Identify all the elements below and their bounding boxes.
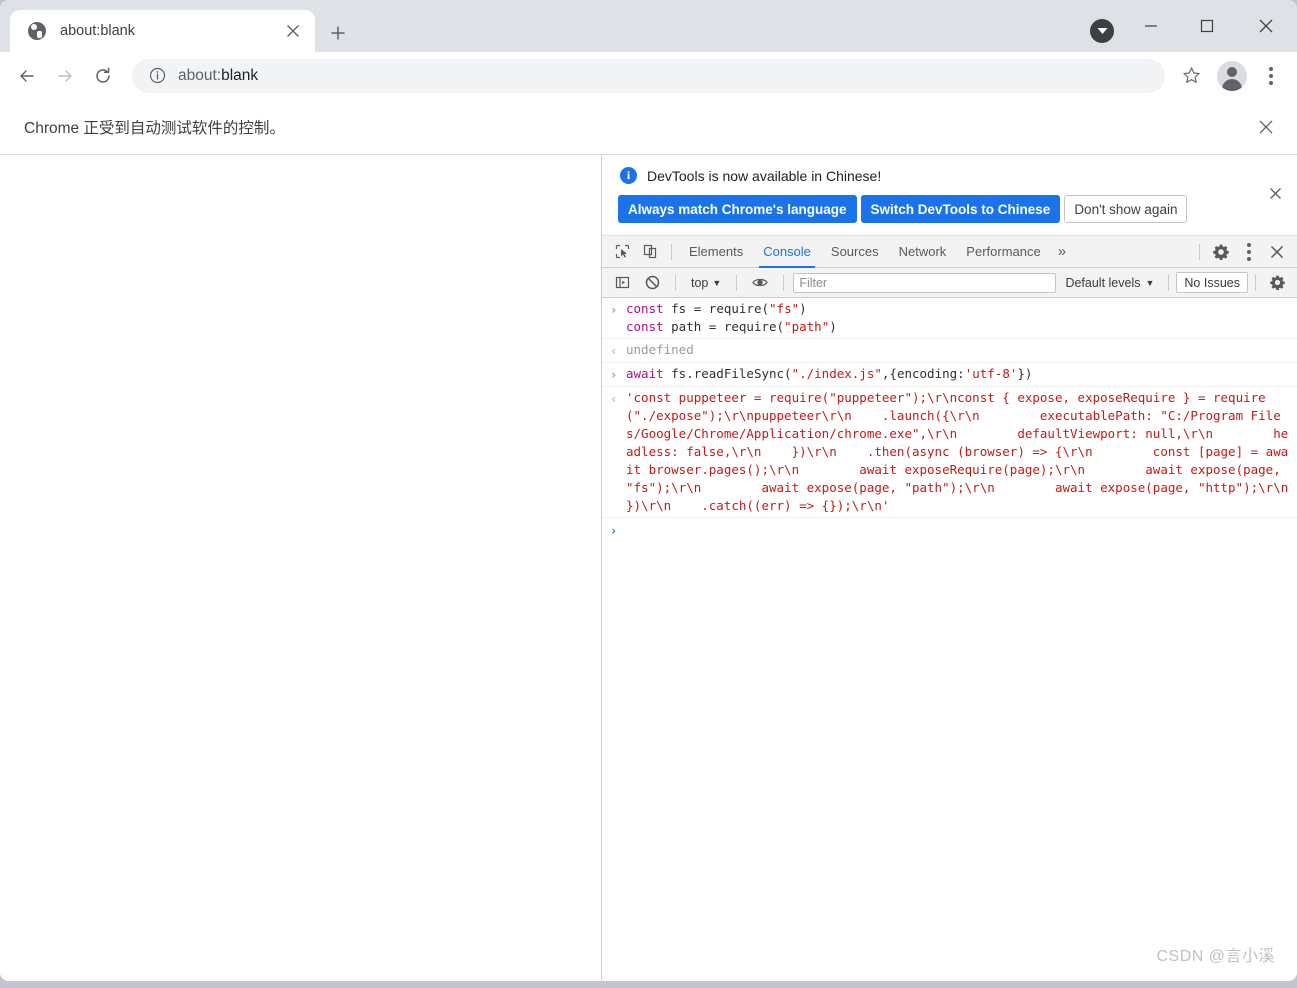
toolbar-divider bbox=[1255, 274, 1256, 291]
devtools-settings-gear-icon[interactable] bbox=[1207, 239, 1235, 265]
chevron-down-icon: ▼ bbox=[712, 277, 722, 288]
bookmark-star-icon[interactable] bbox=[1171, 56, 1211, 96]
toolbar-divider bbox=[675, 274, 676, 291]
notification-buttons: Always match Chrome's language Switch De… bbox=[616, 195, 1285, 223]
window-close-button[interactable] bbox=[1235, 0, 1297, 52]
window-maximize-button[interactable] bbox=[1179, 0, 1235, 52]
console-row-text: const fs = require("fs") const path = re… bbox=[626, 301, 837, 334]
devtools-tabbar-right bbox=[1192, 239, 1297, 265]
console-output-row: ‹ 'const puppeteer = require("puppeteer")… bbox=[602, 387, 1297, 518]
console-row-text: await fs.readFileSync("./index.js",{enco… bbox=[626, 366, 1033, 381]
log-levels-selector[interactable]: Default levels ▼ bbox=[1058, 276, 1161, 290]
log-levels-label: Default levels bbox=[1065, 275, 1141, 290]
clear-console-icon[interactable] bbox=[638, 270, 666, 296]
toolbar-divider bbox=[783, 274, 785, 291]
devtools-panel: i DevTools is now available in Chinese! … bbox=[601, 155, 1297, 981]
automation-infobar-message: Chrome 正受到自动测试软件的控制。 bbox=[24, 120, 285, 137]
inspect-element-icon[interactable] bbox=[608, 239, 636, 265]
devtools-language-notification: i DevTools is now available in Chinese! … bbox=[602, 155, 1297, 236]
issues-button[interactable]: No Issues bbox=[1176, 272, 1248, 293]
console-row-text: undefined bbox=[626, 342, 694, 357]
console-toolbar: top ▼ Default levels ▼ bbox=[602, 268, 1297, 298]
toolbar-divider bbox=[736, 274, 738, 291]
tab-strip: about:blank bbox=[0, 0, 1297, 52]
console-row-text: 'const puppeteer = require("puppeteer");… bbox=[626, 390, 1289, 513]
console-output-row: ‹ undefined bbox=[602, 339, 1297, 363]
tab-title: about:blank bbox=[60, 23, 135, 39]
tab-close-icon[interactable] bbox=[281, 19, 305, 43]
chevron-down-icon: ▼ bbox=[1145, 277, 1155, 288]
toolbar-divider bbox=[1199, 243, 1200, 260]
download-caret-icon[interactable] bbox=[1090, 19, 1114, 43]
tab-sources[interactable]: Sources bbox=[821, 236, 889, 268]
tab-console[interactable]: Console bbox=[753, 236, 821, 268]
desktop-background: about:blank about:blank Chrome 正受到自动测试软件… bbox=[0, 0, 1297, 988]
reload-button[interactable] bbox=[84, 57, 122, 95]
address-bar[interactable]: about:blank bbox=[132, 58, 1165, 93]
input-chevron-icon: › bbox=[610, 368, 618, 382]
web-page-viewport bbox=[0, 155, 601, 981]
globe-icon bbox=[28, 22, 46, 40]
info-circle-icon[interactable] bbox=[146, 65, 168, 87]
window-minimize-button[interactable] bbox=[1123, 0, 1179, 52]
execution-context-value: top bbox=[691, 275, 709, 290]
toolbar-divider bbox=[1168, 274, 1170, 291]
switch-to-chinese-button[interactable]: Switch DevTools to Chinese bbox=[860, 195, 1061, 223]
new-tab-button[interactable] bbox=[323, 18, 353, 48]
notification-message-row: i DevTools is now available in Chinese! bbox=[616, 167, 1285, 184]
chrome-menu-button[interactable] bbox=[1253, 57, 1289, 95]
browser-tab-about-blank[interactable]: about:blank bbox=[10, 10, 315, 52]
console-prompt-row[interactable]: › bbox=[602, 518, 1297, 542]
automation-infobar: Chrome 正受到自动测试软件的控制。 bbox=[0, 100, 1297, 155]
console-filter-input[interactable] bbox=[793, 272, 1057, 293]
output-chevron-icon: ‹ bbox=[610, 344, 618, 358]
tab-performance[interactable]: Performance bbox=[956, 236, 1050, 268]
content-area: i DevTools is now available in Chinese! … bbox=[0, 155, 1297, 981]
info-icon: i bbox=[620, 167, 637, 184]
notification-close-icon[interactable] bbox=[1265, 183, 1285, 203]
csdn-watermark: CSDN @言小溪 bbox=[1156, 948, 1275, 965]
url-rest: blank bbox=[221, 66, 259, 84]
profile-avatar[interactable] bbox=[1217, 60, 1247, 91]
back-button[interactable] bbox=[8, 57, 46, 95]
browser-toolbar: about:blank bbox=[0, 52, 1297, 100]
execution-context-selector[interactable]: top ▼ bbox=[685, 272, 727, 294]
console-input-row: › await fs.readFileSync("./index.js",{enc… bbox=[602, 363, 1297, 387]
console-sidebar-icon[interactable] bbox=[608, 270, 636, 296]
prompt-chevron-icon: › bbox=[610, 524, 618, 538]
toolbar-divider bbox=[671, 243, 672, 260]
forward-button[interactable] bbox=[46, 57, 84, 95]
console-settings-gear-icon[interactable] bbox=[1263, 270, 1291, 296]
three-dot-menu-icon bbox=[1269, 66, 1273, 85]
devtools-tab-bar: Elements Console Sources Network Perform… bbox=[602, 236, 1297, 268]
notification-message: DevTools is now available in Chinese! bbox=[647, 167, 882, 184]
console-input-row: › const fs = require("fs") const path = r… bbox=[602, 298, 1297, 339]
live-expression-eye-icon[interactable] bbox=[746, 270, 774, 296]
device-toolbar-icon[interactable] bbox=[636, 239, 664, 265]
output-chevron-icon: ‹ bbox=[610, 392, 618, 406]
more-tabs-button[interactable]: » bbox=[1051, 236, 1073, 268]
tab-network[interactable]: Network bbox=[889, 236, 957, 268]
tab-elements[interactable]: Elements bbox=[679, 236, 753, 268]
url-scheme: about: bbox=[178, 66, 222, 84]
infobar-close-icon[interactable] bbox=[1253, 114, 1279, 140]
input-chevron-icon: › bbox=[610, 303, 618, 317]
dont-show-again-button[interactable]: Don't show again bbox=[1064, 195, 1188, 223]
console-log-area[interactable]: › const fs = require("fs") const path = r… bbox=[602, 298, 1297, 981]
address-bar-value: about:blank bbox=[178, 67, 258, 85]
three-dot-menu-icon bbox=[1247, 242, 1251, 261]
devtools-menu-icon[interactable] bbox=[1235, 239, 1263, 265]
window-controls bbox=[1123, 0, 1297, 52]
devtools-close-icon[interactable] bbox=[1263, 239, 1291, 265]
chrome-browser-window: about:blank about:blank Chrome 正受到自动测试软件… bbox=[0, 0, 1297, 981]
always-match-language-button[interactable]: Always match Chrome's language bbox=[618, 195, 857, 223]
